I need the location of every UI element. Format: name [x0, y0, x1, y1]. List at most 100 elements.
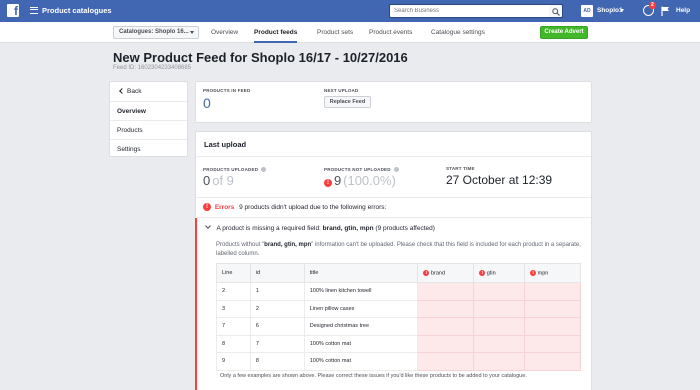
cell-title: 100% cotton mat	[303, 334, 419, 353]
cell-line: 2	[216, 282, 251, 301]
error-highlight-bar	[195, 218, 197, 390]
leftnav-item-overview[interactable]: Overview	[110, 101, 187, 120]
facebook-logo-icon[interactable]: f	[7, 4, 19, 17]
account-name[interactable]: Shoplo1	[597, 7, 623, 14]
menu-icon[interactable]	[30, 7, 38, 14]
error-description: Products without "brand, gtin, mpn" info…	[216, 241, 586, 259]
cell-line: 8	[216, 334, 251, 353]
account-avatar[interactable]: AD	[581, 5, 593, 17]
tab-product-sets[interactable]: Product sets	[317, 22, 353, 43]
cell-brand-missing	[417, 334, 475, 353]
create-advert-button[interactable]: Create Advert	[540, 26, 588, 39]
products-not-uploaded-label: PRODUCTS NOT UPLOADED	[324, 167, 391, 172]
chevron-down-icon	[190, 31, 194, 34]
start-time-label: START TIME	[446, 166, 475, 171]
replace-feed-button[interactable]: Replace Feed	[324, 96, 371, 108]
products-in-feed-label: PRODUCTS IN FEED	[203, 88, 251, 93]
cell-brand-missing	[417, 352, 475, 371]
table-row: 8 7 100% cotton mat	[216, 334, 581, 353]
divider	[196, 197, 591, 198]
cell-id: 8	[249, 352, 305, 371]
error-icon: !	[423, 269, 430, 276]
cell-id: 1	[249, 282, 305, 301]
products-in-feed-value: 0	[203, 95, 211, 111]
info-icon[interactable]	[261, 166, 267, 172]
column-header-brand-label: brand	[430, 270, 446, 277]
info-icon[interactable]	[393, 166, 399, 172]
search-input[interactable]	[390, 5, 530, 17]
cell-brand-missing	[417, 317, 475, 336]
cell-brand-missing	[417, 299, 475, 318]
catalogue-nav: Catalogues: Shoplo 16... Overview Produc…	[0, 22, 700, 43]
next-upload-label: NEXT UPLOAD	[324, 88, 359, 93]
cell-mpn-missing	[524, 352, 581, 371]
error-icon: !	[479, 269, 486, 276]
feed-summary-card	[195, 81, 592, 123]
column-header-line: Line	[216, 263, 251, 283]
cell-id: 2	[249, 299, 305, 318]
error-heading-fields: brand, gtin, mpn	[322, 225, 374, 232]
cell-gtin-missing	[473, 317, 526, 336]
error-heading-suffix: (9 products affected)	[373, 225, 435, 232]
cell-mpn-missing	[524, 282, 581, 301]
cell-title: Designed christmas tree	[303, 317, 419, 336]
cell-gtin-missing	[473, 334, 526, 353]
left-nav: Back Overview Products Settings	[109, 81, 188, 157]
search-icon	[552, 8, 560, 16]
start-time-value: 27 October at 12:39	[446, 173, 553, 187]
cell-mpn-missing	[524, 317, 581, 336]
table-header-row: Line id title ! brand ! gtin ! mpn	[216, 263, 581, 283]
account-dropdown-chevron-icon[interactable]	[620, 9, 624, 12]
app-title[interactable]: Product catalogues	[42, 6, 112, 15]
top-bar: f Product catalogues AD Shoplo1 2 Help	[0, 0, 700, 22]
error-heading-prefix: A product is missing a required field:	[216, 225, 323, 232]
column-header-title: title	[303, 263, 419, 283]
errors-summary: ! Errors 9 products didn't upload due to…	[203, 203, 386, 211]
cell-line: 7	[216, 317, 251, 336]
products-uploaded-value: 0	[203, 173, 211, 188]
leftnav-item-products[interactable]: Products	[110, 120, 187, 139]
not-uploaded-value-group: ! 9 (100.0%)	[324, 173, 396, 188]
cell-gtin-missing	[473, 282, 526, 301]
tab-product-events[interactable]: Product events	[369, 22, 412, 43]
products-not-uploaded-value: 9	[333, 173, 342, 188]
products-not-uploaded-pct: (100.0%)	[343, 173, 396, 188]
table-row: 7 6 Designed christmas tree	[216, 317, 581, 336]
search-button[interactable]	[549, 4, 563, 18]
cell-id: 6	[249, 317, 305, 336]
cell-gtin-missing	[473, 352, 526, 371]
leftnav-item-settings[interactable]: Settings	[110, 139, 187, 158]
cell-title: 100% linen kitchen towell	[303, 282, 419, 301]
cell-brand-missing	[417, 282, 475, 301]
not-uploaded-label-group: PRODUCTS NOT UPLOADED	[324, 166, 399, 173]
chevron-down-icon	[205, 223, 211, 229]
error-desc-fields: brand, gtin, mpn	[264, 242, 312, 248]
notification-badge: 2	[649, 2, 656, 9]
help-link[interactable]: Help	[676, 7, 690, 14]
flag-icon[interactable]	[661, 6, 670, 16]
search-box[interactable]	[389, 4, 551, 18]
cell-id: 7	[249, 334, 305, 353]
back-link[interactable]: Back	[119, 87, 141, 95]
products-uploaded-total: of 9	[212, 173, 234, 188]
tab-product-feeds[interactable]: Product feeds	[254, 22, 298, 43]
catalogue-select-label: Catalogues: Shoplo 16...	[119, 29, 189, 35]
tab-overview[interactable]: Overview	[211, 22, 238, 43]
table-row: 2 1 100% linen kitchen towell	[216, 282, 581, 301]
catalogue-select[interactable]: Catalogues: Shoplo 16...	[113, 26, 199, 39]
divider	[196, 156, 591, 157]
uploaded-value-group: 0 of 9	[203, 173, 234, 188]
tab-catalogue-settings[interactable]: Catalogue settings	[431, 22, 485, 43]
error-icon: !	[203, 203, 211, 211]
cell-gtin-missing	[473, 299, 526, 318]
column-header-mpn: ! mpn	[524, 263, 581, 283]
table-row: 9 8 100% cotton mat	[216, 352, 581, 371]
error-examples-table: Line id title ! brand ! gtin ! mpn 2 1 1…	[216, 263, 581, 371]
error-detail-toggle[interactable]: A product is missing a required field: b…	[205, 223, 435, 232]
errors-text: 9 products didn't upload due to the foll…	[239, 203, 387, 211]
column-header-brand: ! brand	[417, 263, 475, 283]
last-upload-title: Last upload	[204, 140, 247, 149]
table-row: 3 2 Linen pillow cases	[216, 299, 581, 318]
chevron-left-icon	[119, 87, 125, 94]
column-header-gtin: ! gtin	[473, 263, 526, 283]
